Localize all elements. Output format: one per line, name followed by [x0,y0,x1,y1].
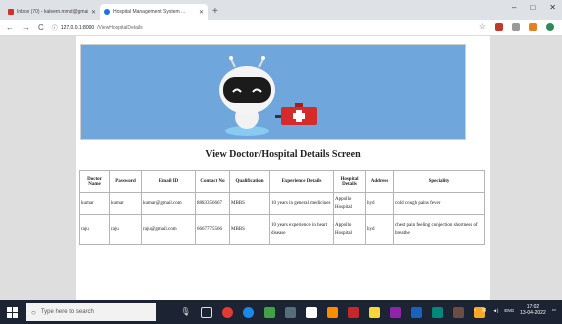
app-icon[interactable] [411,306,422,318]
system-tray: ^ ▤ ◄) ENG 17:02 13-04-2022 ▭ [474,304,556,316]
edge-icon[interactable] [243,306,254,318]
cell-address: hyd [365,214,394,245]
address-bar: ← → C ⓘ 127.0.0.1:8000/ViewHospitalDetai… [0,20,562,36]
table-header-row: Doctor Name Password Email ID Contact No… [79,170,485,193]
close-window-button[interactable]: ✕ [549,3,556,12]
taskbar-apps: 🎙 [180,306,485,318]
mic-icon[interactable]: 🎙 [180,307,191,318]
cell-email: raju@gmail.com [141,214,196,245]
browser-tab-strip: Inbox (70) - kaleem.mmd@gmail... ✕ Hospi… [0,0,562,20]
app-icon[interactable] [348,306,359,318]
header-password: Password [109,170,142,193]
cell-experience: 10 years experience in heart disease [269,214,334,245]
globe-icon [104,9,110,15]
table-row: raju raju raju@gmail.com 6667775566 MBBS… [79,214,485,245]
notification-icon[interactable]: ▭ [552,307,556,313]
forward-icon[interactable]: → [22,23,30,32]
search-icon: ○ [31,307,36,317]
maximize-button[interactable]: □ [530,3,535,12]
minimize-button[interactable]: – [512,3,516,12]
tab-hospital-label: Hospital Management System ... [113,9,186,15]
doctor-details-table: Doctor Name Password Email ID Contact No… [79,170,485,245]
app-icon[interactable] [432,306,443,318]
gmail-icon [8,9,14,15]
page-container: View Doctor/Hospital Details Screen Doct… [76,36,490,300]
taskbar-search-box[interactable]: ○ Type here to search [26,303,156,321]
close-tab-icon[interactable]: ✕ [199,9,204,16]
cell-doctor-name: raju [79,214,110,245]
cell-contact: 6667775566 [195,214,230,245]
extension-icon[interactable] [495,22,503,31]
extensions-area: ☆ [479,22,554,31]
bookmark-star-icon[interactable]: ☆ [479,22,486,31]
new-tab-button[interactable]: + [212,6,218,17]
header-experience: Experience Details [269,170,334,193]
cell-contact: 8883356667 [195,192,230,215]
extension-icon[interactable] [529,22,537,31]
tab-hospital[interactable]: Hospital Management System ... ✕ [100,4,208,20]
back-icon[interactable]: ← [6,23,14,32]
cell-experience: 10 years in general medicines [269,192,334,215]
header-banner [80,44,466,140]
taskbar: ○ Type here to search 🎙 ^ ▤ ◄) ENG 17:02… [0,300,562,324]
windows-start-button[interactable] [4,304,20,320]
header-address: Address [365,170,394,193]
search-placeholder: Type here to search [40,309,94,315]
app-icon[interactable] [285,306,296,318]
cell-password: raju [109,214,142,245]
cell-email: kumar@gmail.com [141,192,196,215]
clock-date: 13-04-2022 [520,310,546,316]
language-indicator[interactable]: ENG [504,308,514,313]
app-icon[interactable] [390,306,401,318]
window-controls: – □ ✕ [512,3,556,12]
tab-inbox[interactable]: Inbox (70) - kaleem.mmd@gmail... ✕ [4,4,100,20]
network-icon[interactable]: ▤ [482,307,486,313]
url-host: 127.0.0.1:8000 [60,24,95,31]
cell-speciality: cold cough pains fever [393,192,485,215]
header-email: Email ID [141,170,196,193]
header-qualification: Qualification [229,170,270,193]
app-icon[interactable] [327,306,338,318]
close-tab-icon[interactable]: ✕ [91,9,96,16]
url-path: /ViewHospitalDetails [97,24,143,31]
store-icon[interactable] [306,306,317,318]
cell-qualification: MBBS [229,214,270,245]
header-hospital: Hospital Details [333,170,366,193]
page-title: View Doctor/Hospital Details Screen [205,149,361,160]
task-view-icon[interactable] [201,306,212,318]
table-row: kumar kumar kumar@gmail.com 8883356667 M… [79,192,485,215]
header-speciality: Speciality [393,170,485,193]
cell-doctor-name: kumar [79,192,110,215]
clock[interactable]: 17:02 13-04-2022 [520,304,546,316]
extension-icon[interactable] [512,22,520,31]
reload-icon[interactable]: C [38,23,44,32]
cell-password: kumar [109,192,142,215]
page-viewport: View Doctor/Hospital Details Screen Doct… [0,36,562,300]
tab-inbox-label: Inbox (70) - kaleem.mmd@gmail... [17,9,88,15]
app-icon[interactable] [369,306,380,318]
app-icon[interactable] [264,306,275,318]
header-doctor-name: Doctor Name [79,170,110,193]
cell-hospital: Appollo Hospital [333,192,366,215]
chrome-icon[interactable] [222,306,233,318]
cell-speciality: chest pain feeling conjection shortness … [393,214,485,245]
info-icon: ⓘ [51,26,58,32]
robot-doctor-illustration [219,56,317,136]
app-icon[interactable] [453,306,464,318]
cell-hospital: Appollo Hospital [333,214,366,245]
cell-address: hyd [365,192,394,215]
cell-qualification: MBBS [229,192,270,215]
header-contact: Contact No [195,170,230,193]
volume-icon[interactable]: ◄) [492,308,498,313]
url-field[interactable]: ⓘ 127.0.0.1:8000/ViewHospitalDetails [51,23,143,33]
chevron-up-icon[interactable]: ^ [474,308,476,313]
profile-icon[interactable] [546,22,554,31]
